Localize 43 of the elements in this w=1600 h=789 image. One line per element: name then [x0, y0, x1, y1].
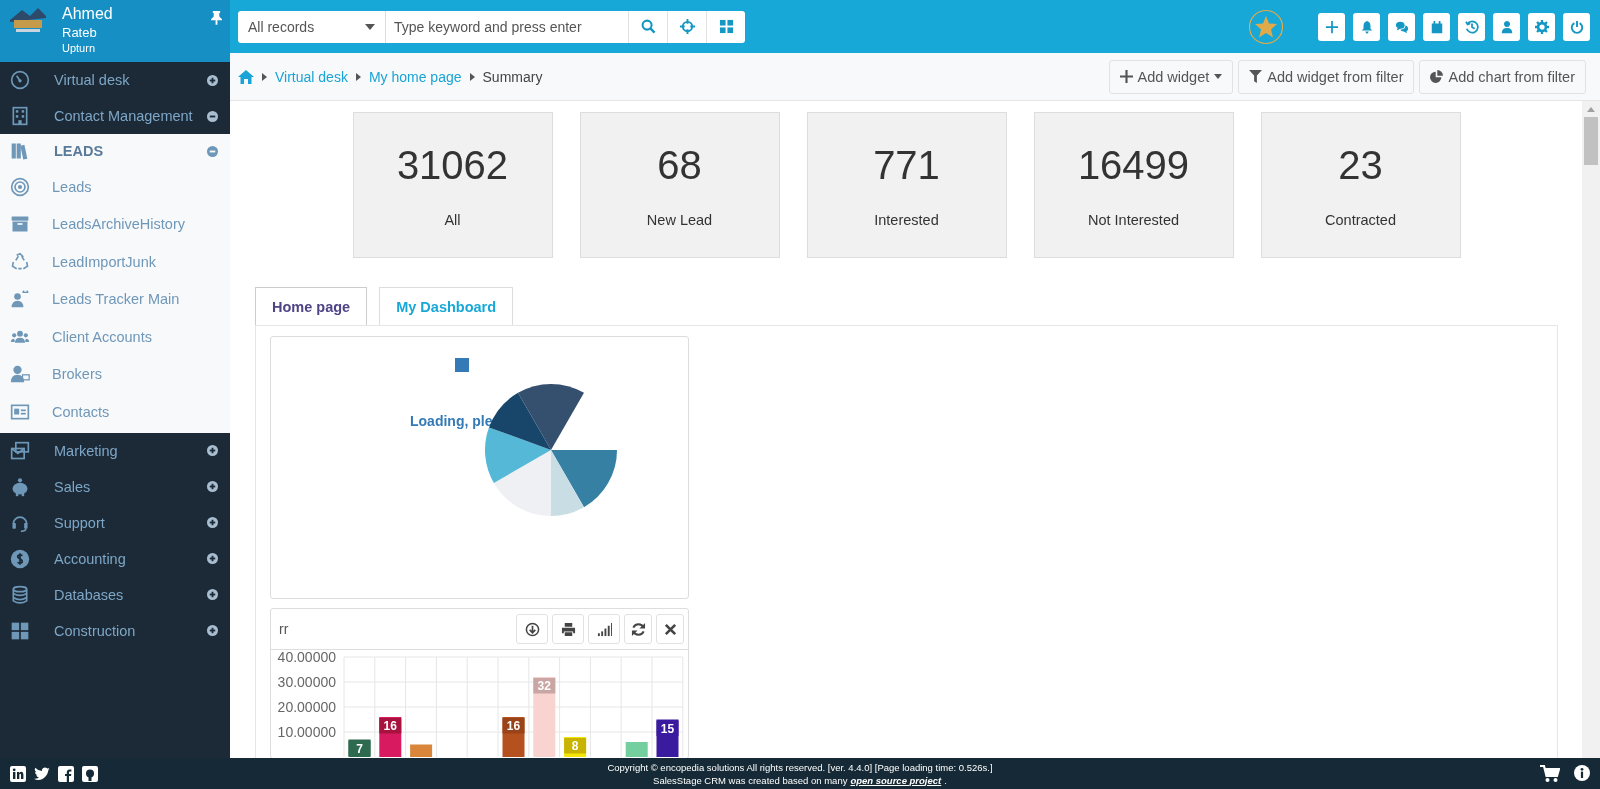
credit-end-text: .	[944, 773, 947, 787]
stat-value: 16499	[1077, 143, 1190, 188]
menu-label: Contacts	[52, 403, 111, 420]
loading-text: Loading, ple	[410, 413, 493, 429]
menu-label: Support	[54, 514, 106, 531]
menu-label: LEADS	[54, 143, 105, 159]
stat-label: Interested	[874, 212, 939, 228]
menu-label: LeadImportJunk	[52, 253, 157, 270]
menu-label: Marketing	[54, 442, 119, 459]
user-name: Ahmed	[62, 4, 114, 24]
user-company: Upturn	[62, 41, 97, 55]
menu-label: Leads Tracker Main	[52, 291, 181, 308]
menu-label: Sales	[54, 478, 92, 495]
bar-value-label: 32	[533, 678, 556, 694]
bar-value-label: 8	[564, 738, 587, 754]
stat-value: 771	[873, 143, 940, 188]
stat-value: 23	[1338, 143, 1383, 188]
widget-title: rr	[279, 621, 289, 637]
menu-label: LeadsArchiveHistory	[52, 216, 186, 233]
stat-label: All	[444, 212, 461, 228]
copyright-text: Copyright © encopedia solutions All rights reserved. [ver. 4.4.0] [Page loading time: 0.526s.]	[607, 760, 993, 774]
stat-label: Contracted	[1325, 212, 1396, 228]
menu-label: Client Accounts	[52, 328, 153, 345]
menu-label: Brokers	[52, 366, 103, 383]
credit-text: SalesStage CRM was created based on many	[653, 773, 848, 787]
stat-value: 31062	[396, 143, 509, 188]
menu-label: Leads	[52, 178, 93, 195]
axis-tick-label: 20.00000	[277, 699, 336, 715]
menu-label: Construction	[54, 622, 137, 639]
stat-label: Not Interested	[1087, 212, 1180, 228]
user-surname: Rateb	[62, 24, 98, 41]
breadcrumb-current: Summary	[482, 68, 543, 85]
axis-tick-label: 30.00000	[277, 674, 336, 690]
bar-value-label: 16	[502, 718, 525, 734]
stat-label: New Lead	[646, 212, 713, 228]
menu-label: Virtual desk	[54, 72, 131, 88]
axis-tick-label: 10.00000	[277, 724, 336, 740]
menu-label: Contact Management	[54, 108, 194, 124]
axis-tick-label: 40.00000	[277, 650, 336, 665]
menu-label: Databases	[54, 586, 125, 603]
stat-value: 68	[657, 143, 702, 188]
bar-value-label: 16	[379, 718, 402, 734]
menu-label: Accounting	[54, 550, 127, 567]
